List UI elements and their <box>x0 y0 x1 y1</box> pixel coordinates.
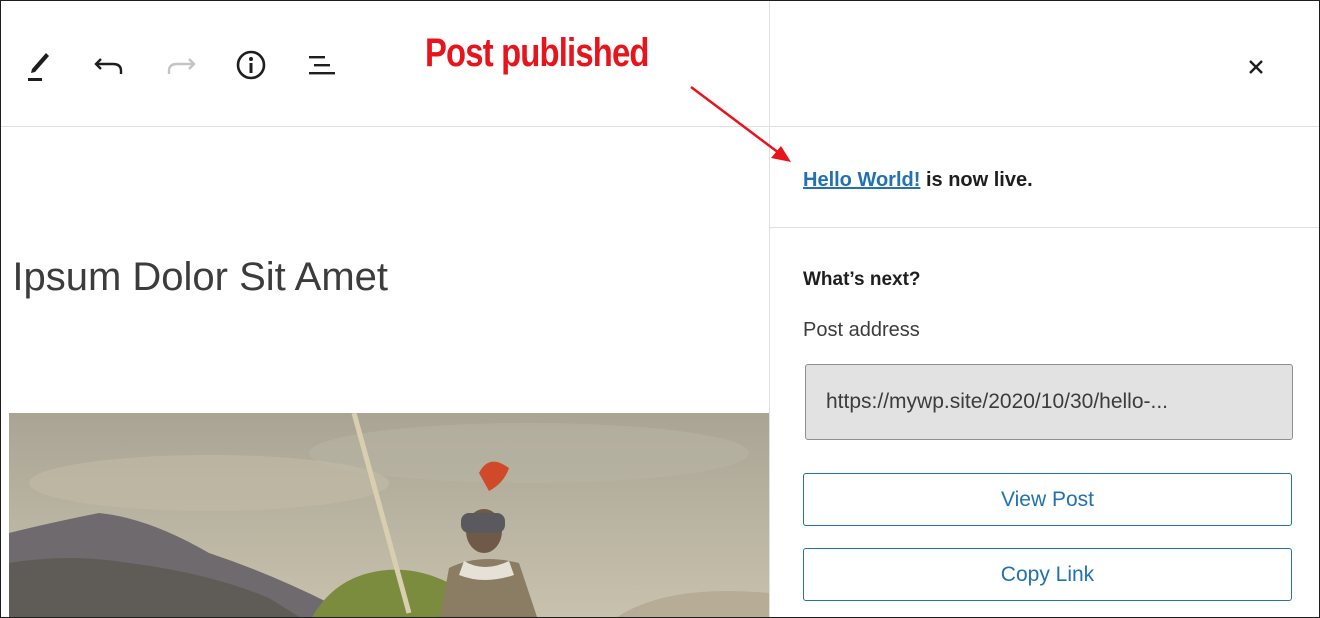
redo-icon[interactable] <box>161 45 201 85</box>
post-publish-panel: Hello World! is now live. What’s next? P… <box>769 1 1319 617</box>
app-window: Post published n Ipsum Dolor Sit Amet He… <box>0 0 1320 618</box>
undo-icon[interactable] <box>89 45 129 85</box>
post-published-callout: Post published <box>425 31 649 75</box>
post-title[interactable]: n Ipsum Dolor Sit Amet <box>1 255 388 300</box>
list-view-icon[interactable] <box>301 45 341 85</box>
post-live-notice: Hello World! is now live. <box>770 127 1319 228</box>
post-address-label: Post address <box>803 319 920 341</box>
panel-header <box>770 1 1319 127</box>
live-suffix: is now live. <box>920 169 1033 191</box>
pencil-icon[interactable] <box>19 45 59 85</box>
view-post-button[interactable]: View Post <box>803 473 1292 526</box>
whats-next-heading: What’s next? <box>803 269 921 290</box>
editor-toolbar: Post published <box>1 1 769 127</box>
close-icon[interactable] <box>1236 47 1276 87</box>
info-icon[interactable] <box>231 45 271 85</box>
post-link[interactable]: Hello World! <box>803 169 920 191</box>
post-address-field[interactable] <box>805 364 1293 440</box>
copy-link-button[interactable]: Copy Link <box>803 548 1292 601</box>
editor-canvas: n Ipsum Dolor Sit Amet <box>1 127 769 617</box>
featured-painting-image[interactable] <box>9 413 769 617</box>
live-message: Hello World! is now live. <box>803 169 1033 192</box>
